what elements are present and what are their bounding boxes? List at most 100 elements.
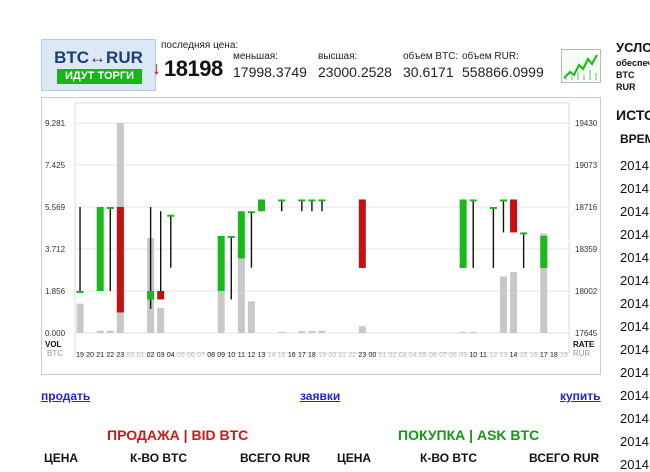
candle-body	[358, 199, 366, 268]
x-tick-label: 18	[550, 352, 558, 359]
vol-tick-label: 7.425	[45, 161, 66, 170]
conditions-sub: обеспеч	[616, 58, 650, 68]
x-tick-label: 17	[298, 352, 306, 359]
candle-body	[217, 235, 225, 291]
volume-bar	[247, 301, 255, 333]
x-tick-label: 13	[500, 352, 508, 359]
volume-bar	[237, 247, 245, 333]
candle-body	[469, 199, 477, 202]
stat-high-label: высшая:	[318, 51, 358, 62]
rate-tick-label: 19430	[575, 119, 598, 128]
last-price-value: 18198	[164, 56, 223, 81]
candle-body	[157, 291, 165, 300]
x-tick-label: 11	[480, 352, 487, 359]
volume-bar	[298, 331, 306, 333]
volume-bar	[157, 308, 165, 333]
buy-orders-title: ПОКУПКА | ASK BTC	[398, 427, 540, 443]
rate-axis-label: RATE	[573, 340, 595, 349]
history-heading: ИСТО	[616, 107, 650, 123]
stat-high-value: 23000.2528	[318, 64, 392, 80]
price-chart[interactable]: 9.281 7.425 5.569 3.712 1.856 0.000 19430 19073…	[41, 97, 601, 375]
x-tick-label: 08	[449, 352, 457, 359]
candle-body	[489, 207, 497, 209]
orders-link[interactable]: заявки	[300, 389, 340, 403]
volume-bar	[459, 331, 467, 333]
volume-bar	[278, 331, 286, 333]
trading-status-badge: ИДУТ ТОРГИ	[57, 69, 142, 84]
x-tick-label: 05	[419, 352, 427, 359]
candle-body	[76, 291, 84, 293]
candle-body	[147, 291, 155, 300]
x-tick-label: 04	[167, 352, 175, 359]
volume-bar	[469, 331, 477, 333]
conditions-heading: УСЛО	[616, 40, 650, 55]
stat-vol-rur-value: 558866.0999	[462, 64, 544, 80]
vol-tick-label: 0.000	[45, 329, 66, 338]
x-tick-label: 15	[520, 352, 528, 359]
x-tick-label: 02	[389, 352, 397, 359]
candle-body	[278, 199, 286, 202]
history-row: 2014	[620, 296, 649, 311]
history-row: 2014	[620, 457, 649, 472]
x-tick-label: 09	[217, 352, 225, 359]
x-tick-label: 07	[197, 352, 205, 359]
x-tick-label: 18	[308, 352, 316, 359]
x-tick-label: 23	[358, 352, 366, 359]
sell-col-total: ВСЕГО RUR	[240, 451, 311, 465]
candle-body	[237, 211, 245, 259]
x-tick-label: 19	[76, 352, 84, 359]
history-row: 2014	[620, 204, 649, 219]
x-tick-label: 19	[560, 352, 568, 359]
vol-tick-label: 1.856	[45, 287, 66, 296]
candle-body	[167, 214, 175, 217]
sell-link[interactable]: продать	[41, 389, 90, 403]
x-tick-label: 22	[106, 352, 114, 359]
candle-body	[520, 232, 528, 235]
x-tick-label: 20	[86, 352, 94, 359]
mini-chart-icon[interactable]	[561, 49, 601, 83]
x-tick-label: 16	[288, 352, 296, 359]
history-row: 2014	[620, 388, 649, 403]
x-tick-label: 15	[278, 352, 286, 359]
pair-selector[interactable]: BTC↔RUR ИДУТ ТОРГИ	[41, 39, 156, 91]
last-price-label: последняя цена:	[161, 40, 239, 51]
x-tick-label: 09	[459, 352, 467, 359]
candle-body	[106, 207, 114, 209]
x-tick-label: 19	[318, 352, 326, 359]
volume-bar	[499, 276, 507, 333]
volume-bar	[76, 303, 84, 333]
candle-body	[510, 199, 518, 233]
volume-bar	[510, 271, 518, 333]
x-tick-label: 03	[399, 352, 407, 359]
x-tick-label: 14	[510, 352, 518, 359]
x-tick-label: 22	[348, 352, 356, 359]
buy-link[interactable]: купить	[560, 389, 601, 403]
x-tick-label: 17	[540, 352, 548, 359]
candle-body	[116, 207, 124, 313]
stat-low-label: меньшая:	[233, 51, 278, 62]
rate-tick-label: 18716	[575, 203, 598, 212]
x-tick-label: 12	[248, 352, 256, 359]
x-tick-label: 11	[238, 352, 245, 359]
x-tick-label: 10	[227, 352, 235, 359]
chart-canvas: 9.281 7.425 5.569 3.712 1.856 0.000 19430 19073…	[45, 102, 598, 359]
history-row: 2014	[620, 342, 649, 357]
sell-orders-title: ПРОДАЖА | BID BTC	[107, 427, 249, 443]
history-row: 2014	[620, 227, 649, 242]
candle-body	[318, 199, 326, 202]
candle-body	[258, 199, 266, 212]
history-row: 2014	[620, 250, 649, 265]
x-tick-label: 05	[177, 352, 185, 359]
sell-col-amount: К-ВО BTC	[130, 451, 188, 465]
x-tick-label: 13	[258, 352, 266, 359]
volume-bar	[318, 330, 326, 333]
vol-tick-label: 5.569	[45, 203, 66, 212]
volume-bar	[358, 326, 366, 333]
x-tick-label: 12	[489, 352, 497, 359]
x-tick-label: 16	[530, 352, 538, 359]
volume-bar	[106, 330, 114, 333]
x-tick-label: 14	[268, 352, 276, 359]
x-tick-label: 21	[338, 352, 346, 359]
rate-tick-label: 18002	[575, 287, 598, 296]
history-row: 2014	[620, 319, 649, 334]
